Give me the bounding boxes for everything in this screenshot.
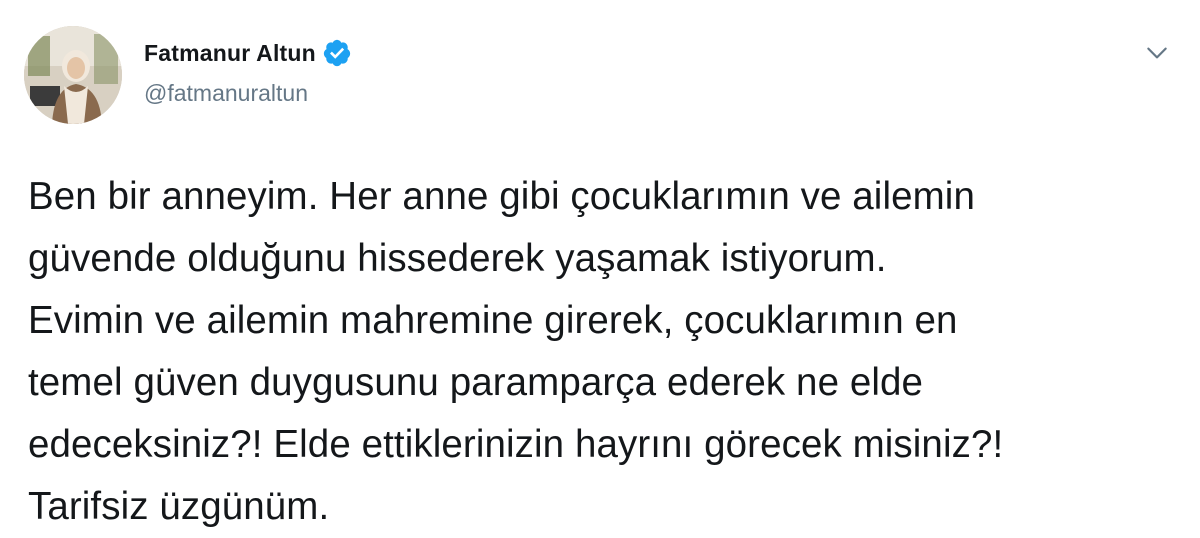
author-name[interactable]: Fatmanur Altun	[144, 38, 352, 68]
chevron-down-icon	[1147, 47, 1167, 59]
tweet-text: Ben bir anneyim. Her anne gibi çocukları…	[28, 175, 1004, 528]
verified-badge-icon	[322, 38, 352, 68]
profile-photo-icon	[24, 26, 122, 124]
author-handle[interactable]: @fatmanuraltun	[144, 80, 308, 107]
avatar[interactable]	[24, 26, 122, 124]
author-display-name[interactable]: Fatmanur Altun	[144, 40, 316, 67]
tweet-card: Fatmanur Altun @fatmanuraltun Ben bir an…	[0, 0, 1200, 538]
tweet-menu-button[interactable]	[1140, 36, 1174, 70]
